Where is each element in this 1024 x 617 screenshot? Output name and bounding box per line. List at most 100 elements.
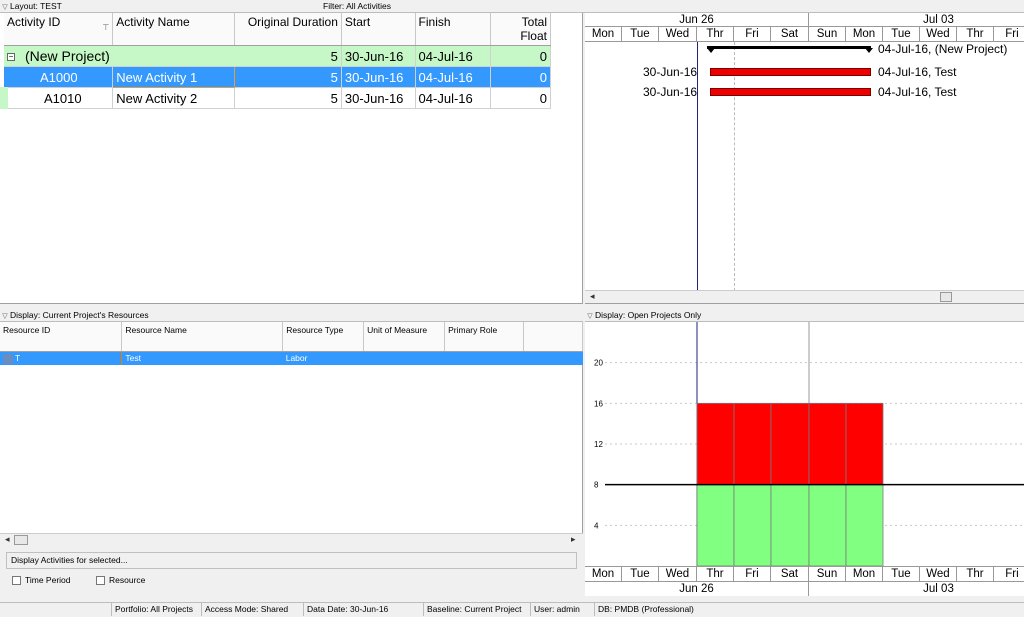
- day-label: Fri: [734, 27, 771, 42]
- scroll-thumb[interactable]: [14, 535, 28, 545]
- col-original-duration[interactable]: Original Duration: [234, 13, 342, 46]
- histogram-panel[interactable]: 4 8 12 16 20 Mon Tue Wed Thr Fri Sat Sun Mon…: [585, 322, 1024, 596]
- data-date-line: [697, 42, 698, 291]
- resources-panel-label: Display: Current Project's Resources: [10, 310, 149, 320]
- group-duration: 5: [234, 45, 342, 67]
- col-activity-id[interactable]: Activity ID ⊤: [4, 13, 114, 46]
- gantt-timescale: Jun 26 Jul 03 Mon Tue Wed Thr Fri Sat Su…: [585, 13, 1024, 42]
- activity-table: Activity ID ⊤ Activity Name Original Dura…: [0, 13, 552, 109]
- resource-name: Test: [125, 353, 141, 364]
- activity-float: 0: [490, 66, 552, 88]
- group-float: 0: [490, 45, 552, 67]
- histogram-panel-label: Display: Open Projects Only: [595, 310, 702, 320]
- scroll-left-icon[interactable]: ◂: [590, 291, 595, 302]
- summary-end-marker: [865, 48, 873, 53]
- resource-row[interactable]: T Test Labor: [0, 351, 583, 365]
- day-label: Fri: [994, 567, 1024, 582]
- day-label: Thr: [957, 567, 994, 582]
- current-day-line: [734, 42, 735, 291]
- day-label: Wed: [920, 27, 957, 42]
- activity-start: 30-Jun-16: [341, 87, 416, 109]
- y-tick-label: 16: [594, 399, 603, 408]
- resource-type: Labor: [285, 353, 308, 364]
- activity-id: A1010: [0, 87, 114, 109]
- filter-label: Filter: All Activities: [323, 1, 392, 11]
- collapse-group-icon[interactable]: −: [7, 53, 15, 62]
- day-label: Sat: [771, 567, 809, 582]
- week-label: Jun 26: [585, 582, 809, 596]
- status-portfolio[interactable]: Portfolio: All Projects: [112, 603, 202, 616]
- histogram-bar: [845, 484, 884, 566]
- activity-name[interactable]: New Activity 1: [112, 66, 235, 88]
- resource-checkbox[interactable]: Resource: [96, 575, 145, 586]
- resource-person-icon: [3, 353, 13, 364]
- activity-duration: 5: [234, 66, 342, 88]
- histogram-bar: [696, 402, 735, 486]
- day-label: Thr: [697, 567, 734, 582]
- day-label: Tue: [883, 567, 920, 582]
- col-total-float[interactable]: Total Float: [490, 13, 552, 46]
- time-period-checkbox[interactable]: Time Period: [12, 575, 71, 586]
- col-primary-role[interactable]: Primary Role: [444, 322, 525, 352]
- col-activity-name[interactable]: Activity Name: [112, 13, 235, 46]
- activity-start: 30-Jun-16: [341, 66, 416, 88]
- activity-finish: 04-Jul-16: [415, 87, 491, 109]
- display-activities-box: Display Activities for selected...: [6, 552, 577, 569]
- col-finish[interactable]: Finish: [415, 13, 491, 46]
- col-unit-of-measure[interactable]: Unit of Measure: [363, 322, 446, 352]
- y-tick-label: 4: [594, 521, 599, 530]
- scroll-thumb[interactable]: [940, 292, 952, 302]
- day-label: Fri: [994, 27, 1024, 42]
- status-data-date: Data Date: 30-Jun-16: [304, 603, 424, 616]
- group-summary-bar[interactable]: [707, 46, 871, 49]
- histogram-bar: [770, 484, 810, 566]
- resources-label-bar[interactable]: ▽ Display: Current Project's Resources: [0, 309, 583, 322]
- layout-label-bar[interactable]: ▽ Layout: TEST: [0, 0, 320, 13]
- scroll-left-icon[interactable]: ◂: [5, 534, 10, 545]
- col-resource-name[interactable]: Resource Name: [121, 322, 284, 352]
- activity-finish: 04-Jul-16: [415, 66, 491, 88]
- status-bar: Portfolio: All Projects Access Mode: Sha…: [0, 602, 1024, 617]
- group-start: 30-Jun-16: [341, 45, 416, 67]
- status-baseline[interactable]: Baseline: Current Project: [424, 603, 531, 616]
- gantt-hscrollbar[interactable]: ◂: [585, 290, 1024, 303]
- checkbox-icon[interactable]: [12, 576, 21, 586]
- activity-bar[interactable]: [710, 68, 871, 76]
- day-label: Mon: [846, 567, 883, 582]
- activity-row[interactable]: A1010 New Activity 2 5 30-Jun-16 04-Jul-…: [0, 87, 552, 109]
- y-tick-label: 8: [594, 481, 599, 490]
- activity-row[interactable]: A1000 New Activity 1 5 30-Jun-16 04-Jul-…: [4, 66, 552, 88]
- bar-end-label: 04-Jul-16, Test: [878, 65, 957, 79]
- histogram-label-bar[interactable]: ▽ Display: Open Projects Only: [585, 309, 1024, 322]
- col-resource-type[interactable]: Resource Type: [282, 322, 365, 352]
- day-label: Sun: [809, 567, 846, 582]
- col-resource-id[interactable]: Resource ID: [0, 322, 123, 352]
- week-label: Jul 03: [809, 582, 1024, 596]
- activity-id: A1000: [4, 66, 114, 88]
- y-tick-label: 20: [594, 359, 603, 368]
- histogram-bar: [696, 484, 735, 566]
- week-label: Jul 03: [809, 13, 1024, 27]
- checkbox-icon[interactable]: [96, 576, 105, 586]
- group-row[interactable]: − (New Project) 5 30-Jun-16 04-Jul-16 0: [4, 45, 552, 67]
- group-name: (New Project): [25, 48, 110, 64]
- day-label: Fri: [734, 567, 771, 582]
- day-label: Wed: [659, 567, 697, 582]
- gantt-panel[interactable]: Jun 26 Jul 03 Mon Tue Wed Thr Fri Sat Su…: [585, 13, 1024, 304]
- day-label: Mon: [585, 27, 622, 42]
- histogram-bar: [733, 402, 772, 486]
- layout-label: Layout: TEST: [10, 1, 62, 11]
- day-label: Tue: [622, 27, 659, 42]
- resource-histogram: 4 8 12 16 20: [594, 322, 1024, 566]
- activity-name[interactable]: New Activity 2: [112, 87, 235, 109]
- scroll-right-icon[interactable]: ▸: [571, 534, 576, 545]
- resource-unit: [364, 351, 445, 365]
- filter-icon[interactable]: ⊤: [102, 23, 109, 32]
- day-label: Mon: [846, 27, 883, 42]
- col-start[interactable]: Start: [341, 13, 416, 46]
- resources-hscrollbar[interactable]: ◂ ▸: [0, 533, 583, 546]
- status-access-mode: Access Mode: Shared: [202, 603, 304, 616]
- activity-bar[interactable]: [710, 88, 871, 96]
- day-label: Tue: [883, 27, 920, 42]
- resources-panel: Resource ID Resource Name Resource Type …: [0, 322, 583, 596]
